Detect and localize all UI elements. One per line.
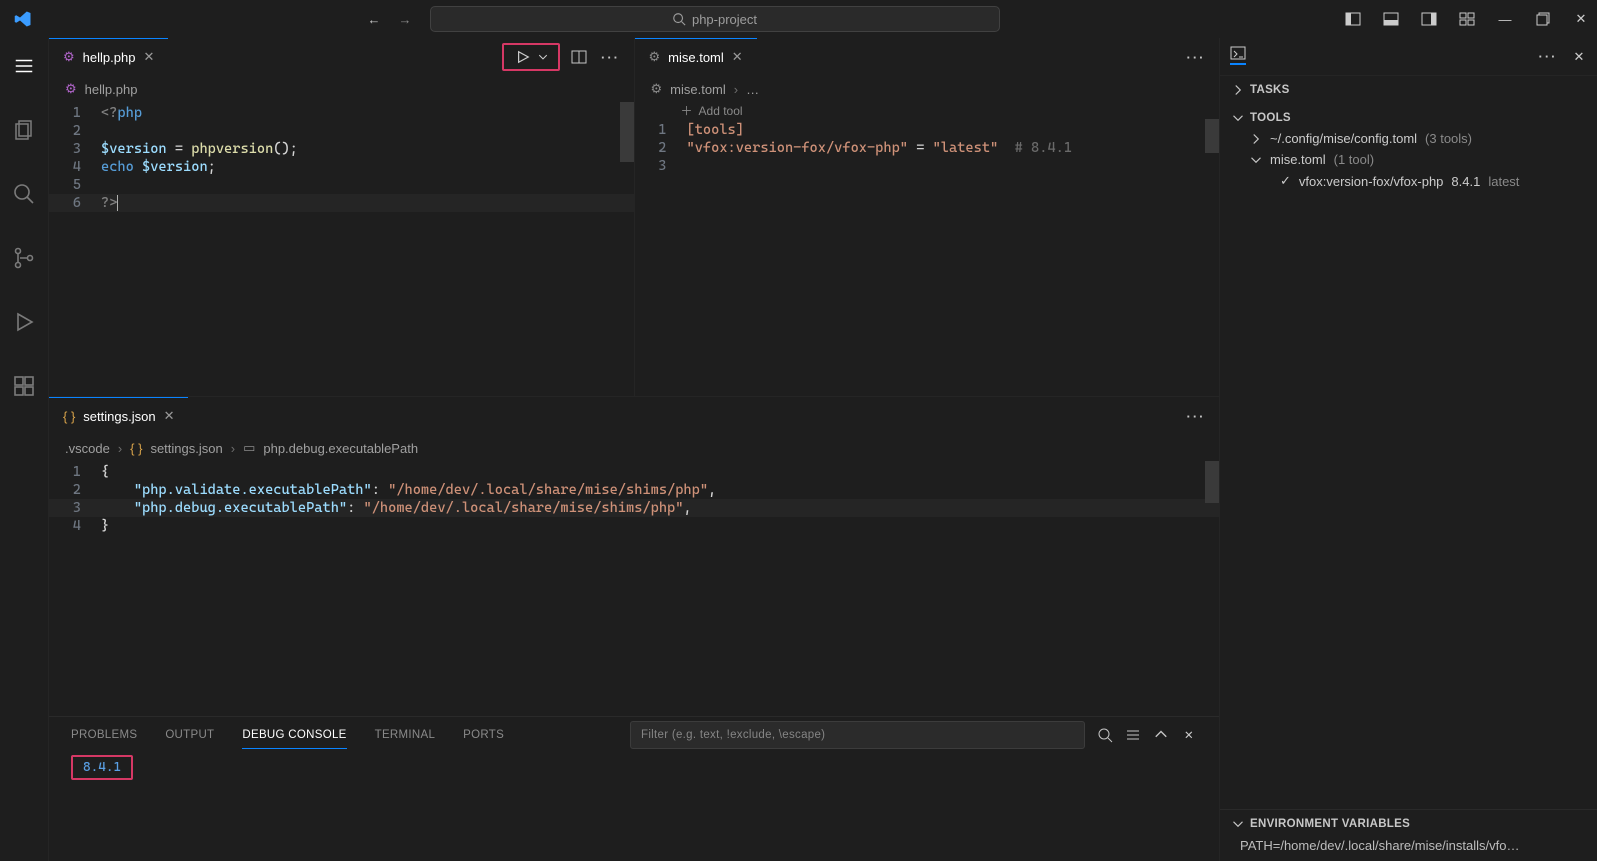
more-actions-icon[interactable]: ··· (1535, 44, 1561, 70)
tool-leaf[interactable]: ✓ vfox:version-fox/vfox-php 8.4.1 latest (1220, 170, 1597, 192)
tab-bar: { } settings.json ✕ ··· (49, 397, 1219, 435)
more-actions-icon[interactable]: ··· (598, 44, 624, 70)
close-icon[interactable]: ✕ (732, 49, 743, 65)
search-icon[interactable] (1097, 727, 1113, 743)
layout-right-icon[interactable] (1421, 11, 1437, 27)
code-editor[interactable]: 1<?php23$version = phpversion();4echo $v… (49, 102, 634, 396)
more-actions-icon[interactable]: ··· (1183, 403, 1209, 429)
tab-mise-toml[interactable]: ⚙ mise.toml ✕ (635, 38, 757, 76)
debug-console-output[interactable]: 8.4.1 (49, 753, 1219, 861)
check-icon: ✓ (1280, 173, 1291, 189)
chevron-right-icon (1250, 133, 1262, 145)
tab-bar: ⚙ mise.toml ✕ ··· (635, 38, 1220, 76)
window-minimize-icon[interactable]: — (1497, 11, 1513, 27)
gear-icon: ⚙ (649, 49, 661, 65)
plus-icon: ＋ (681, 102, 693, 119)
breadcrumb[interactable]: ⚙ hellp.php (49, 76, 634, 102)
tools-item-mise[interactable]: mise.toml (1 tool) (1220, 149, 1597, 170)
env-variable[interactable]: PATH=/home/dev/.local/share/mise/install… (1220, 834, 1597, 857)
tab-hellp-php[interactable]: ⚙ hellp.php ✕ (49, 38, 168, 76)
tab-settings-json[interactable]: { } settings.json ✕ (49, 397, 188, 435)
filter-placeholder: Filter (e.g. text, !exclude, \escape) (641, 729, 825, 741)
chevron-down-icon (1232, 818, 1244, 830)
nav-buttons: ← → (368, 12, 412, 27)
collapse-icon[interactable] (1153, 727, 1169, 743)
command-center-text: php-project (692, 12, 757, 27)
tools-item-config[interactable]: ~/.config/mise/config.toml (3 tools) (1220, 128, 1597, 149)
layout-custom-icon[interactable] (1459, 11, 1475, 27)
braces-icon: { } (130, 441, 142, 456)
panel-tab-terminal[interactable]: TERMINAL (375, 729, 436, 741)
code-editor[interactable]: 1[tools]2"vfox:version-fox/vfox-php" = "… (635, 119, 1220, 396)
panel: PROBLEMS OUTPUT DEBUG CONSOLE TERMINAL P… (49, 716, 1219, 861)
chevron-right-icon (1232, 84, 1244, 96)
chevron-down-icon (1250, 154, 1262, 166)
panel-tab-ports[interactable]: PORTS (463, 729, 504, 741)
close-icon[interactable]: ✕ (164, 408, 175, 424)
vscode-logo-icon (14, 10, 32, 28)
window-close-icon[interactable]: ✕ (1573, 11, 1589, 27)
filter-input[interactable]: Filter (e.g. text, !exclude, \escape) (630, 721, 1085, 749)
code-editor[interactable]: 1{2 "php.validate.executablePath": "/hom… (49, 461, 1219, 716)
source-control-icon[interactable] (0, 238, 48, 278)
filter-icon[interactable] (1125, 727, 1141, 743)
layout-left-icon[interactable] (1345, 11, 1361, 27)
layout-bottom-icon[interactable] (1383, 11, 1399, 27)
braces-icon: { } (63, 409, 75, 424)
extensions-icon[interactable] (0, 366, 48, 406)
gear-icon: ⚙ (651, 81, 663, 97)
section-tools[interactable]: TOOLS (1220, 108, 1597, 128)
search-icon (672, 12, 686, 26)
close-panel-icon[interactable]: ✕ (1181, 727, 1197, 743)
panel-tabs: PROBLEMS OUTPUT DEBUG CONSOLE TERMINAL P… (49, 717, 1219, 753)
section-env[interactable]: ENVIRONMENT VARIABLES (1220, 814, 1597, 834)
side-panel: ··· ✕ TASKS TOOLS ~/.config/mise/config.… (1219, 38, 1597, 861)
section-tasks[interactable]: TASKS (1220, 80, 1597, 100)
chevron-down-icon (538, 52, 548, 62)
nav-forward-icon[interactable]: → (399, 12, 412, 27)
php-icon: ⚙ (65, 81, 77, 97)
add-tool-hint[interactable]: ＋ Add tool (681, 102, 1220, 119)
breadcrumb[interactable]: .vscode › { } settings.json › ▭ php.debu… (49, 435, 1219, 461)
terminal-icon[interactable] (1230, 49, 1246, 65)
output-value: 8.4.1 (71, 755, 133, 780)
symbol-icon: ▭ (243, 440, 255, 456)
explorer-icon[interactable] (0, 110, 48, 150)
editor-group-bottom: { } settings.json ✕ ··· .vscode › { } se… (49, 396, 1219, 716)
search-icon[interactable] (0, 174, 48, 214)
close-icon[interactable]: ✕ (143, 49, 154, 65)
more-actions-icon[interactable]: ··· (1183, 44, 1209, 70)
run-button[interactable] (502, 43, 560, 71)
layout-controls: — ✕ (1345, 11, 1589, 27)
activity-bar (0, 38, 48, 861)
chevron-down-icon (1232, 112, 1244, 124)
title-bar: ← → php-project — ✕ (0, 0, 1597, 38)
run-debug-icon[interactable] (0, 302, 48, 342)
play-icon (516, 50, 530, 64)
panel-tab-problems[interactable]: PROBLEMS (71, 729, 137, 741)
menu-icon[interactable] (0, 46, 48, 86)
editor-group-left: ⚙ hellp.php ✕ ··· ⚙ hell (49, 38, 635, 396)
nav-back-icon[interactable]: ← (368, 12, 381, 27)
panel-tab-debug-console[interactable]: DEBUG CONSOLE (242, 729, 346, 741)
php-icon: ⚙ (63, 49, 75, 65)
command-center[interactable]: php-project (430, 6, 1000, 32)
tab-label: hellp.php (83, 50, 136, 65)
tab-label: mise.toml (668, 50, 724, 65)
panel-tab-output[interactable]: OUTPUT (165, 729, 214, 741)
split-editor-icon[interactable] (566, 44, 592, 70)
tab-label: settings.json (83, 409, 155, 424)
tab-bar: ⚙ hellp.php ✕ ··· (49, 38, 634, 76)
close-icon[interactable]: ✕ (1571, 49, 1587, 65)
breadcrumb[interactable]: ⚙ mise.toml › … (635, 76, 1220, 102)
window-restore-icon[interactable] (1535, 11, 1551, 27)
editor-group-right: ⚙ mise.toml ✕ ··· ⚙ mise.toml › … ＋ (635, 38, 1220, 396)
